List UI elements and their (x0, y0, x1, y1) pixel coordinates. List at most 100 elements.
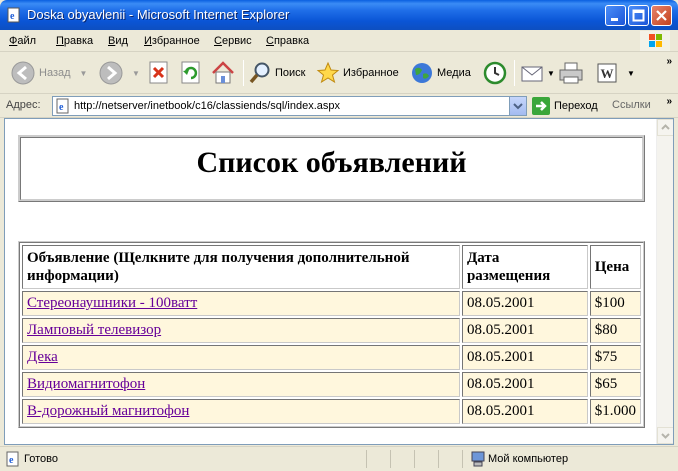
address-label: Адрес: (6, 99, 41, 111)
forward-dropdown-icon[interactable]: ▼ (132, 69, 140, 78)
favorites-button[interactable]: Избранное (316, 58, 399, 88)
minimize-button[interactable] (605, 5, 626, 26)
ad-link[interactable]: Стереонаушники - 100ватт (27, 295, 197, 311)
title-bar[interactable]: e Doska obyavlenii - Microsoft Internet … (0, 0, 678, 30)
ads-table: Объявление (Щелкните для получения допол… (18, 241, 645, 428)
menu-bar: Файл Правка Вид Избранное Сервис Справка (0, 30, 678, 52)
ad-price: $100 (589, 291, 641, 316)
home-button[interactable] (210, 58, 236, 88)
word-icon: W (597, 63, 617, 83)
scroll-up-button[interactable] (657, 119, 673, 136)
ie-page-icon: e (7, 7, 20, 23)
ad-date: 08.05.2001 (461, 372, 588, 397)
svg-text:e: e (9, 455, 14, 466)
status-text: Готово (24, 453, 58, 465)
go-button[interactable]: Переход (532, 97, 598, 115)
media-globe-icon (412, 63, 432, 83)
table-header-row: Объявление (Щелкните для получения допол… (22, 245, 641, 289)
ad-date: 08.05.2001 (461, 399, 588, 424)
chevron-down-icon (661, 433, 670, 439)
column-header-date: Дата размещения (461, 245, 588, 289)
ad-price: $65 (589, 372, 641, 397)
printer-icon (559, 62, 583, 84)
forward-arrow-icon (99, 61, 123, 85)
media-label: Медиа (437, 67, 471, 79)
ad-link[interactable]: В-дорожный магнитофон (27, 403, 189, 419)
history-icon (483, 61, 507, 85)
links-chevron-icon[interactable]: » (666, 96, 672, 107)
search-label: Поиск (275, 67, 306, 79)
menu-favorites[interactable]: Избранное (144, 35, 200, 47)
windows-logo-icon (640, 31, 670, 51)
address-dropdown-button[interactable] (509, 97, 526, 115)
history-button[interactable] (482, 58, 508, 88)
forward-button[interactable]: ▼ (98, 58, 140, 88)
chevron-down-icon (513, 103, 523, 110)
security-zone: Мой компьютер (488, 453, 569, 465)
home-icon (212, 61, 234, 84)
status-bar: e Готово Мой компьютер (0, 446, 678, 471)
stop-button[interactable] (148, 58, 170, 88)
ad-price: $80 (589, 318, 641, 343)
scroll-down-button[interactable] (657, 427, 673, 444)
links-button[interactable]: Ссылки (612, 99, 651, 111)
table-row: В-дорожный магнитофон 08.05.2001 $1.000 (22, 399, 641, 424)
menu-file[interactable]: Файл (9, 35, 36, 47)
mail-button[interactable]: ▼ (520, 58, 555, 88)
my-computer-icon (471, 451, 485, 467)
toolbar: Назад ▼ ▼ Поиск Избранное Медиа ▼ W ▼ » (0, 52, 678, 94)
page-title: Список объявлений (196, 146, 467, 179)
mail-dropdown-icon[interactable]: ▼ (547, 69, 555, 78)
address-url: http://netserver/inetbook/c16/classiends… (74, 100, 340, 112)
chevron-up-icon (661, 124, 670, 130)
close-icon (656, 10, 667, 21)
menu-help[interactable]: Справка (266, 35, 309, 47)
ad-link[interactable]: Видиомагнитофон (27, 376, 145, 392)
ad-date: 08.05.2001 (461, 345, 588, 370)
close-button[interactable] (651, 5, 672, 26)
svg-text:e: e (10, 11, 15, 22)
ad-link[interactable]: Дека (27, 349, 58, 365)
menu-view[interactable]: Вид (108, 35, 128, 47)
ie-page-icon: e (6, 451, 19, 467)
back-button[interactable]: Назад ▼ (10, 58, 87, 88)
table-row: Ламповый телевизор 08.05.2001 $80 (22, 318, 641, 343)
header-box: Список объявлений (18, 135, 645, 202)
table-row: Стереонаушники - 100ватт 08.05.2001 $100 (22, 291, 641, 316)
address-bar: Адрес: e http://netserver/inetbook/c16/c… (0, 94, 678, 118)
ad-date: 08.05.2001 (461, 318, 588, 343)
menu-edit[interactable]: Правка (56, 35, 93, 47)
menu-tools[interactable]: Сервис (214, 35, 252, 47)
table-row: Видиомагнитофон 08.05.2001 $65 (22, 372, 641, 397)
refresh-icon (181, 61, 200, 84)
ad-link[interactable]: Ламповый телевизор (27, 322, 161, 338)
svg-text:e: e (59, 102, 64, 113)
page-content: Список объявлений Объявление (Щелкните д… (4, 118, 674, 445)
star-icon (316, 61, 340, 84)
search-icon (249, 62, 270, 84)
ie-page-icon: e (56, 98, 69, 114)
minimize-icon (611, 18, 618, 21)
favorites-label: Избранное (343, 67, 399, 79)
back-label: Назад (39, 67, 71, 79)
back-dropdown-icon[interactable]: ▼ (80, 69, 88, 78)
toolbar-chevron-icon[interactable]: » (666, 56, 672, 67)
mail-icon (521, 66, 543, 82)
search-button[interactable]: Поиск (248, 58, 305, 88)
back-arrow-icon (11, 61, 35, 85)
address-input[interactable]: e http://netserver/inetbook/c16/classien… (52, 96, 527, 116)
maximize-button[interactable] (628, 5, 649, 26)
window-title: Doska obyavlenii - Microsoft Internet Ex… (27, 7, 290, 22)
ad-date: 08.05.2001 (461, 291, 588, 316)
ad-price: $1.000 (589, 399, 641, 424)
media-button[interactable]: Медиа (410, 58, 471, 88)
ad-price: $75 (589, 345, 641, 370)
edit-word-button[interactable]: W ▼ (596, 58, 635, 88)
vertical-scrollbar[interactable] (656, 119, 673, 444)
print-button[interactable] (558, 58, 584, 88)
maximize-icon (632, 9, 645, 22)
go-label: Переход (554, 100, 598, 112)
edit-dropdown-icon[interactable]: ▼ (627, 69, 635, 78)
svg-text:W: W (601, 66, 614, 81)
refresh-button[interactable] (180, 58, 202, 88)
